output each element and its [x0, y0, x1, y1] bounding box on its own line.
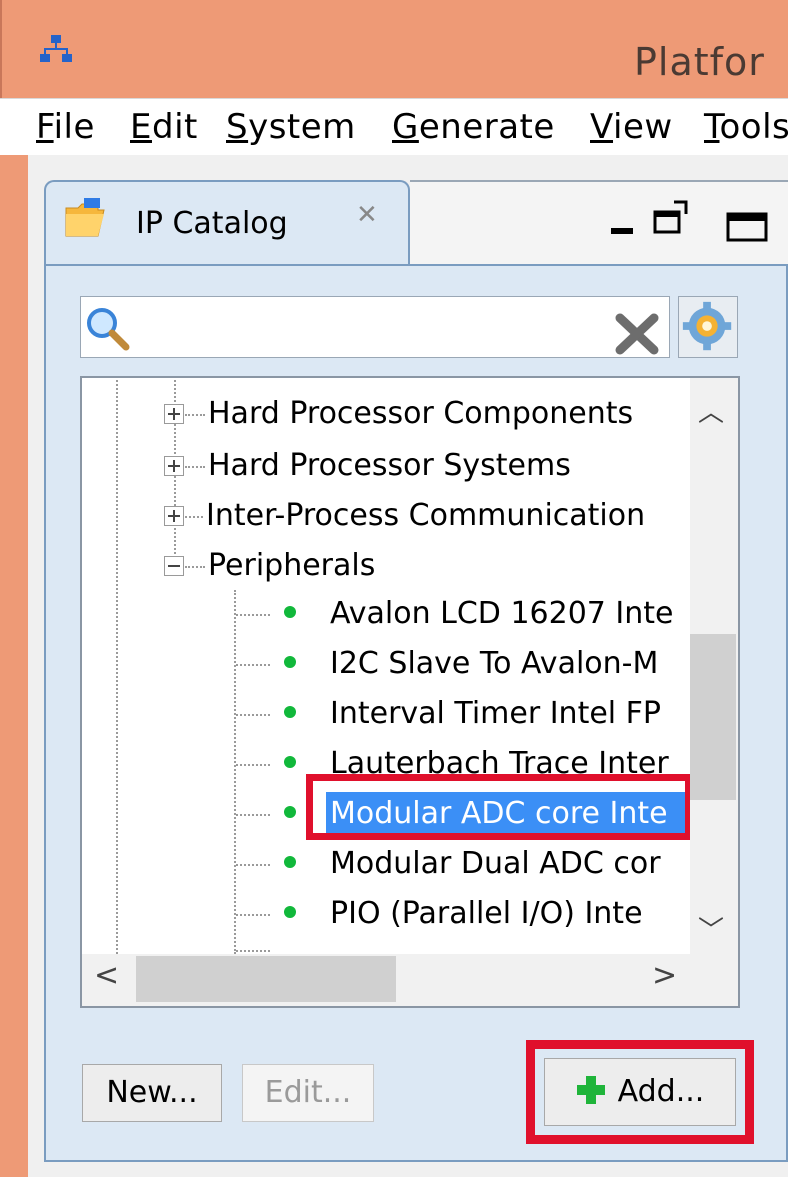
folder-icon [65, 198, 105, 237]
scroll-down-icon[interactable]: ﹀ [698, 910, 724, 947]
tree-guide-line [185, 516, 203, 518]
menu-edit[interactable]: Edit [130, 107, 198, 147]
tree-guide-line [234, 590, 236, 954]
tree-guide-line [236, 914, 270, 916]
add-callout-box [526, 1040, 754, 1144]
menu-generate[interactable]: Generate [392, 107, 555, 147]
scroll-right-icon[interactable]: > [652, 958, 677, 993]
search-icon [87, 308, 130, 351]
tab-ip-catalog[interactable]: IP Catalog ✕ [44, 180, 410, 266]
status-dot-icon [284, 756, 296, 768]
scroll-left-icon[interactable]: < [94, 958, 119, 993]
window-title-bar: Platfor [0, 0, 788, 98]
tree-item-inter-process-communication[interactable]: Inter-Process Communication [206, 498, 645, 533]
minimize-icon[interactable] [607, 204, 637, 240]
detach-view-icon[interactable] [652, 200, 688, 236]
tree-guide-line [236, 664, 270, 666]
vertical-scroll-thumb[interactable] [690, 634, 736, 800]
tree-item-interval-timer[interactable]: Interval Timer Intel FP [330, 696, 688, 731]
scroll-up-icon[interactable]: ︿ [698, 392, 724, 429]
settings-button[interactable] [678, 296, 738, 358]
tab-label: IP Catalog [136, 206, 288, 241]
status-dot-icon [284, 906, 296, 918]
expand-icon[interactable] [164, 404, 184, 424]
status-dot-icon [284, 706, 296, 718]
search-input[interactable] [80, 296, 670, 358]
menu-bar: File Edit System Generate View Tools [0, 98, 788, 156]
tree-guide-line [236, 814, 270, 816]
tree-guide-line [185, 414, 205, 416]
status-dot-icon [284, 856, 296, 868]
tree-item-modular-dual-adc[interactable]: Modular Dual ADC cor [330, 846, 688, 881]
tree-guide-line [236, 614, 270, 616]
window-title: Platfor [634, 40, 765, 84]
status-dot-icon [284, 606, 296, 618]
tree-guide-line [185, 566, 205, 568]
tree-item-i2c-slave[interactable]: I2C Slave To Avalon-M [330, 646, 688, 681]
selection-callout-box [306, 774, 692, 840]
tree-item-hard-processor-systems[interactable]: Hard Processor Systems [208, 448, 571, 483]
clear-search-icon[interactable] [612, 312, 662, 356]
collapse-icon[interactable] [164, 556, 184, 576]
tree-guide-line [236, 714, 270, 716]
tree-item-pio[interactable]: PIO (Parallel I/O) Inte [330, 896, 688, 931]
gear-icon [682, 301, 732, 351]
menu-system[interactable]: System [226, 107, 356, 147]
network-app-icon [40, 35, 72, 62]
close-tab-icon[interactable]: ✕ [356, 200, 378, 230]
tree-item-avalon-lcd[interactable]: Avalon LCD 16207 Inte [330, 596, 688, 631]
menu-view[interactable]: View [590, 107, 673, 147]
tree-guide-line [236, 764, 270, 766]
edit-button[interactable]: Edit... [242, 1064, 374, 1122]
expand-icon[interactable] [164, 506, 184, 526]
tree-item-hard-processor-components[interactable]: Hard Processor Components [208, 396, 633, 431]
tree-guide-line [236, 864, 270, 866]
expand-icon[interactable] [164, 456, 184, 476]
status-dot-icon [284, 656, 296, 668]
menu-file[interactable]: File [36, 107, 95, 147]
tree-guide-line [116, 380, 118, 954]
tree-guide-line [185, 466, 205, 468]
menu-tools[interactable]: Tools [704, 107, 788, 147]
tree-item-peripherals[interactable]: Peripherals [208, 548, 375, 583]
new-button[interactable]: New... [82, 1064, 222, 1122]
status-dot-icon [284, 806, 296, 818]
maximize-icon[interactable] [726, 212, 768, 242]
horizontal-scroll-thumb[interactable] [136, 956, 396, 1002]
tree-guide-line [236, 950, 270, 952]
